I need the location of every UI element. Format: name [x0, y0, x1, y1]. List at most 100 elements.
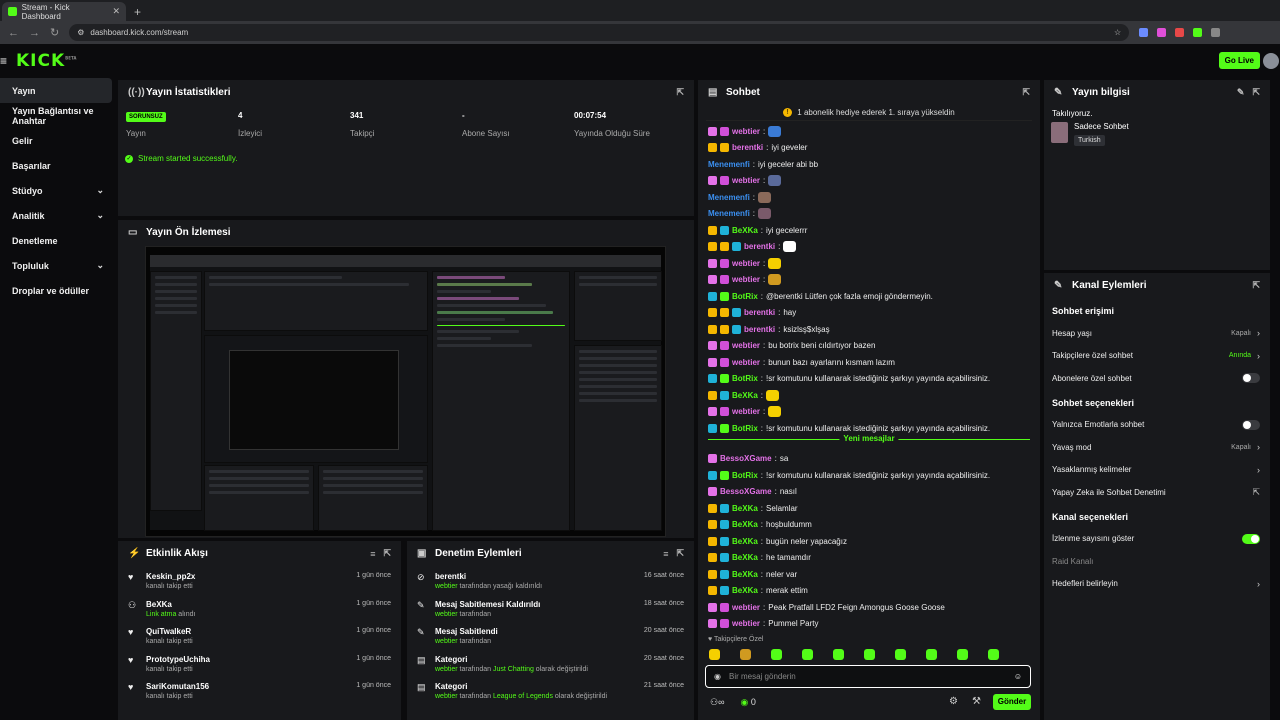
- setting-row[interactable]: Yavaş mod Kapalı ›: [1044, 436, 1270, 459]
- sidebar-item[interactable]: Analitik ⌄: [0, 203, 112, 228]
- setting-row[interactable]: Hesap yaşı Kapalı ›: [1044, 322, 1270, 345]
- list-item[interactable]: ♥ SariKomutan156 kanalı takip etti 1 gün ön…: [118, 676, 401, 704]
- chat-message[interactable]: berentki: ksizlsş$xlşaş: [698, 321, 1040, 338]
- chat-username[interactable]: BeXKa: [732, 570, 758, 579]
- chat-message[interactable]: webtier: Pummel Party: [698, 616, 1040, 633]
- chat-message[interactable]: BeXKa: bugün neler yapacağız: [698, 533, 1040, 550]
- chat-message[interactable]: webtier:: [698, 123, 1040, 140]
- mod-tools-icon[interactable]: ⚒: [972, 696, 981, 707]
- filter-icon[interactable]: ≡: [370, 549, 375, 559]
- chat-username[interactable]: Menemenfi: [708, 160, 750, 169]
- chat-message[interactable]: webtier: bunun bazı ayarlarını kısmam la…: [698, 354, 1040, 371]
- site-info-icon[interactable]: ⚙: [77, 28, 84, 37]
- close-tab-icon[interactable]: ✕: [112, 6, 120, 17]
- setting-row[interactable]: Yasaklanmış kelimeler ›: [1044, 459, 1270, 482]
- chat-username[interactable]: BotRix: [732, 424, 758, 433]
- popout-icon[interactable]: ⇱: [383, 548, 391, 559]
- list-item[interactable]: ✎ Mesaj Sabitlendi webtier tarafından 20 sa…: [407, 621, 694, 649]
- chat-users-icon[interactable]: ⚇∞: [710, 697, 724, 708]
- extensions-puzzle-icon[interactable]: [1211, 28, 1221, 37]
- setting-row[interactable]: Takipçilere özel sohbet Anında ›: [1044, 345, 1270, 368]
- forward-icon[interactable]: →: [29, 27, 40, 39]
- chat-username[interactable]: BeXKa: [732, 537, 758, 546]
- settings-gear-icon[interactable]: ⚙: [949, 696, 958, 707]
- filter-icon[interactable]: ≡: [663, 549, 668, 559]
- address-bar[interactable]: ⚙ dashboard.kick.com/stream ☆: [69, 24, 1130, 41]
- chat-username[interactable]: webtier: [732, 275, 760, 284]
- emote-icon[interactable]: [802, 649, 813, 660]
- chat-message[interactable]: BessoXGame: nasıl: [698, 484, 1040, 501]
- extension-icon[interactable]: [1157, 28, 1167, 37]
- list-item[interactable]: ♥ PrototypeUchiha kanalı takip etti 1 gün ö…: [118, 649, 401, 677]
- chat-username[interactable]: webtier: [732, 407, 760, 416]
- list-item[interactable]: ♥ Keskin_pp2x kanalı takip etti 1 gün önce: [118, 566, 401, 594]
- list-item[interactable]: ⚇ BeXKa Link atma alındı 1 gün önce: [118, 594, 401, 622]
- chat-username[interactable]: webtier: [732, 358, 760, 367]
- chat-message[interactable]: BotRix: !sr komutunu kullanarak istediği…: [698, 467, 1040, 484]
- chat-username[interactable]: BeXKa: [732, 553, 758, 562]
- sidebar-item[interactable]: Gelir: [0, 128, 112, 153]
- chat-message[interactable]: BeXKa: neler var: [698, 566, 1040, 583]
- extension-icon[interactable]: [1175, 28, 1185, 37]
- chat-username[interactable]: BeXKa: [732, 586, 758, 595]
- chat-message[interactable]: BeXKa: Selamlar: [698, 500, 1040, 517]
- emote-icon[interactable]: [740, 649, 751, 660]
- chat-username[interactable]: berentki: [732, 143, 763, 152]
- chat-message[interactable]: BeXKa: merak ettim: [698, 583, 1040, 600]
- chat-message[interactable]: Menemenfi:: [698, 189, 1040, 206]
- back-icon[interactable]: ←: [8, 27, 19, 39]
- chat-message[interactable]: berentki:: [698, 239, 1040, 256]
- popout-icon[interactable]: ⇱: [1022, 87, 1030, 98]
- chat-username[interactable]: BeXKa: [732, 391, 758, 400]
- chat-username[interactable]: BeXKa: [732, 520, 758, 529]
- chat-message[interactable]: webtier:: [698, 272, 1040, 289]
- points-counter[interactable]: ◉ 0: [740, 697, 755, 708]
- chat-message[interactable]: webtier:: [698, 404, 1040, 421]
- chat-message[interactable]: BeXKa: hoşbuldumm: [698, 517, 1040, 534]
- sidebar-item[interactable]: Stüdyo ⌄: [0, 178, 112, 203]
- chat-input[interactable]: ◉ Bir mesaj gönderin ☺: [705, 665, 1031, 688]
- chat-username[interactable]: berentki: [744, 242, 775, 251]
- chat-message[interactable]: Menemenfi:: [698, 206, 1040, 223]
- chat-username[interactable]: Menemenfi: [708, 209, 750, 218]
- new-tab-button[interactable]: +: [134, 5, 141, 21]
- chat-message[interactable]: Menemenfi: iyi geceler abi bb: [698, 156, 1040, 173]
- chat-message[interactable]: BotRix: !sr komutunu kullanarak istediği…: [698, 371, 1040, 388]
- chat-username[interactable]: BotRix: [732, 292, 758, 301]
- sidebar-item[interactable]: Yayın: [0, 78, 112, 103]
- sidebar-item[interactable]: Denetleme: [0, 228, 112, 253]
- setting-row[interactable]: Hedefleri belirleyin ›: [1044, 573, 1270, 596]
- kick-logo[interactable]: KICKBETA: [16, 51, 76, 71]
- bookmark-star-icon[interactable]: ☆: [1114, 28, 1121, 37]
- toggle-switch[interactable]: [1242, 373, 1260, 384]
- user-badge-icon[interactable]: ◉: [714, 672, 721, 681]
- emote-icon[interactable]: [709, 649, 720, 660]
- chat-message[interactable]: berentki: hay: [698, 305, 1040, 322]
- chat-username[interactable]: BotRix: [732, 374, 758, 383]
- emote-icon[interactable]: [926, 649, 937, 660]
- chat-message[interactable]: BeXKa: iyi gecelerrr: [698, 222, 1040, 239]
- avatar[interactable]: [1263, 53, 1279, 69]
- sidebar-item[interactable]: Yayın Bağlantısı ve Anahtar: [0, 103, 112, 128]
- sidebar-item[interactable]: Topluluk ⌄: [0, 253, 112, 278]
- chat-username[interactable]: webtier: [732, 259, 760, 268]
- setting-row[interactable]: Abonelere özel sohbet: [1044, 367, 1270, 390]
- send-button[interactable]: Gönder: [993, 694, 1031, 710]
- popout-icon[interactable]: ⇱: [1252, 280, 1260, 291]
- edit-icon[interactable]: ✎: [1237, 87, 1245, 98]
- emote-icon[interactable]: [957, 649, 968, 660]
- toggle-switch[interactable]: [1242, 419, 1260, 430]
- list-item[interactable]: ⊘ berentki webtier tarafından yasağı kaldı…: [407, 566, 694, 594]
- chat-username[interactable]: BeXKa: [732, 504, 758, 513]
- popout-icon[interactable]: ⇱: [1252, 87, 1260, 98]
- reload-icon[interactable]: ↻: [50, 26, 59, 39]
- extension-icon[interactable]: [1193, 28, 1203, 37]
- chat-message[interactable]: BeXKa: he tamamdır: [698, 550, 1040, 567]
- popout-icon[interactable]: ⇱: [676, 87, 684, 98]
- chat-username[interactable]: berentki: [744, 308, 775, 317]
- emoji-icon[interactable]: ☺: [1014, 672, 1022, 681]
- emote-icon[interactable]: [988, 649, 999, 660]
- pinned-message[interactable]: ! 1 abonelik hediye ederek 1. sıraya yük…: [706, 105, 1032, 121]
- chat-message[interactable]: webtier:: [698, 255, 1040, 272]
- chat-message[interactable]: webtier: Peak Pratfall LFD2 Feign Amongu…: [698, 599, 1040, 616]
